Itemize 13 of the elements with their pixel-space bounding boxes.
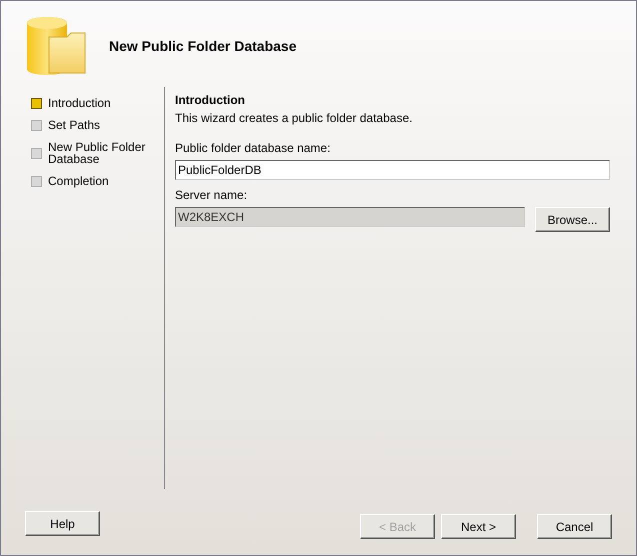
page-heading: Introduction: [175, 92, 246, 109]
next-button[interactable]: Next >: [441, 514, 516, 539]
step-label: Completion: [48, 175, 110, 187]
wizard-title: New Public Folder Database: [109, 36, 296, 56]
step-label: Introduction: [48, 97, 112, 109]
page-description: This wizard creates a public folder database.: [175, 110, 414, 127]
text-field[interactable]: PublicFolderDB: [175, 160, 610, 180]
field-label: Server name:: [175, 187, 248, 204]
field-label: Public folder database name:: [175, 140, 332, 157]
step-label: New Public Folder Database: [48, 141, 146, 165]
step-label: Set Paths: [48, 119, 102, 131]
cancel-button[interactable]: Cancel: [537, 514, 612, 539]
help-button[interactable]: Help: [25, 511, 100, 536]
